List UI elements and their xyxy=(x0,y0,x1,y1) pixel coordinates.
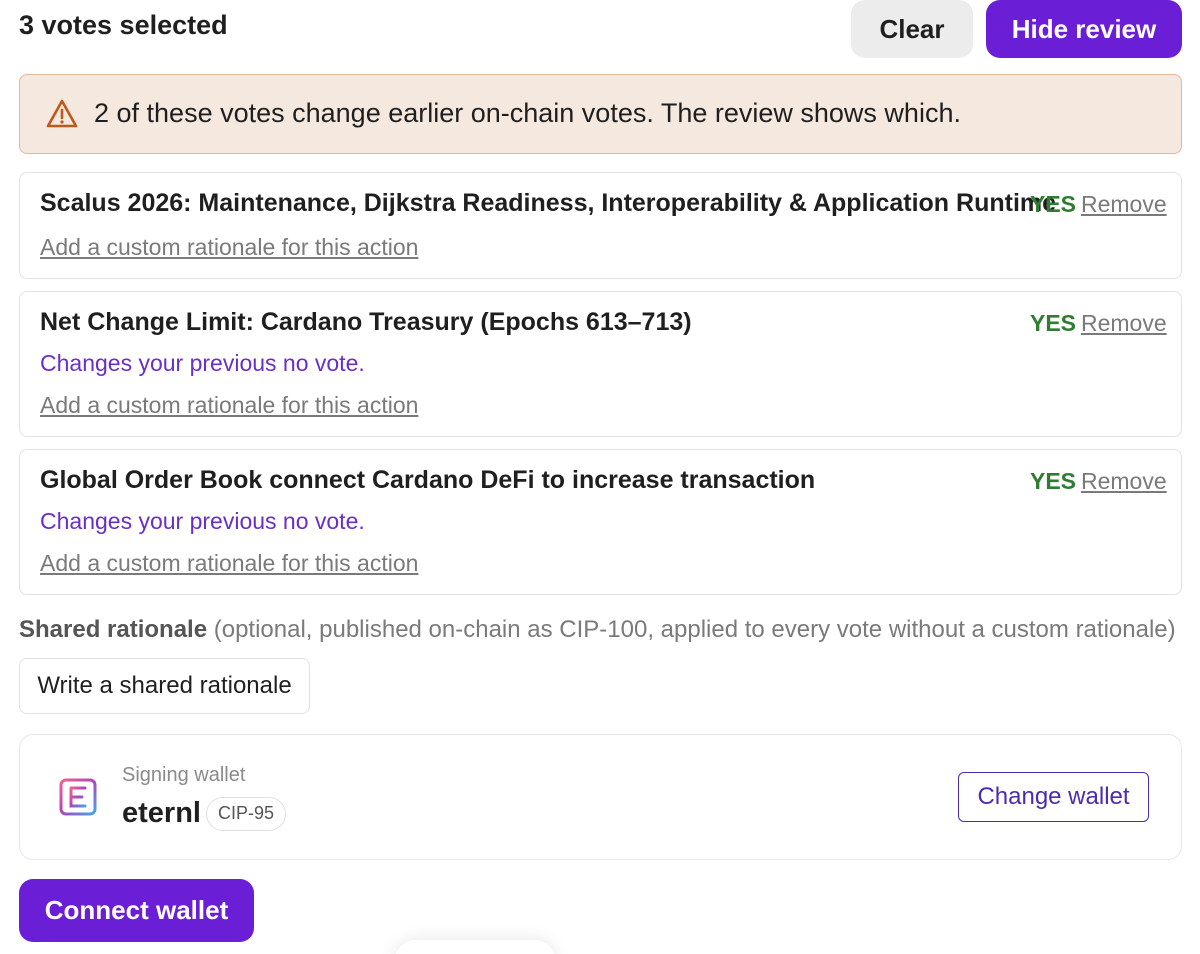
wallet-name: eternl xyxy=(122,797,201,829)
signing-wallet-label: Signing wallet xyxy=(122,764,246,786)
vote-card: Scalus 2026: Maintenance, Dijkstra Readi… xyxy=(19,172,1182,279)
add-custom-rationale-link[interactable]: Add a custom rationale for this action xyxy=(40,234,418,261)
shared-rationale-title: Shared rationale xyxy=(19,616,208,643)
warning-triangle-icon xyxy=(46,99,78,128)
shared-rationale-label: Shared rationale (optional, published on… xyxy=(19,616,1176,644)
review-header: 3 votes selected Clear Hide review xyxy=(0,0,1200,64)
remove-vote-link[interactable]: Remove xyxy=(1081,310,1167,337)
vote-choice-badge: YES xyxy=(1030,468,1077,494)
vote-title: Scalus 2026: Maintenance, Dijkstra Readi… xyxy=(40,189,1057,217)
vote-title: Global Order Book connect Cardano DeFi t… xyxy=(40,466,816,494)
warning-text: 2 of these votes change earlier on-chain… xyxy=(94,98,961,128)
cip-badge: CIP-95 xyxy=(206,797,287,831)
vote-choice-badge: YES xyxy=(1030,191,1077,217)
vote-choice-badge: YES xyxy=(1030,310,1077,336)
floating-panel xyxy=(395,940,555,954)
eternl-logo-icon xyxy=(59,778,97,816)
signing-wallet-card: Signing wallet eternl CIP-95 Change wall… xyxy=(19,734,1182,860)
change-wallet-button[interactable]: Change wallet xyxy=(958,772,1149,822)
votes-selected-count: 3 votes selected xyxy=(19,10,228,40)
remove-vote-link[interactable]: Remove xyxy=(1081,191,1167,218)
shared-rationale-hint: (optional, published on-chain as CIP-100… xyxy=(213,616,1176,643)
add-custom-rationale-link[interactable]: Add a custom rationale for this action xyxy=(40,550,418,577)
clear-button[interactable]: Clear xyxy=(851,0,973,58)
connect-wallet-button[interactable]: Connect wallet xyxy=(19,879,254,942)
hide-review-button[interactable]: Hide review xyxy=(986,0,1182,58)
vote-change-note: Changes your previous no vote. xyxy=(40,350,365,376)
vote-title: Net Change Limit: Cardano Treasury (Epoc… xyxy=(40,308,692,336)
remove-vote-link[interactable]: Remove xyxy=(1081,468,1167,495)
vote-card: Net Change Limit: Cardano Treasury (Epoc… xyxy=(19,291,1182,437)
write-shared-rationale-button[interactable]: Write a shared rationale xyxy=(19,658,310,714)
vote-card: Global Order Book connect Cardano DeFi t… xyxy=(19,449,1182,595)
vote-change-note: Changes your previous no vote. xyxy=(40,508,365,534)
vote-change-warning: 2 of these votes change earlier on-chain… xyxy=(19,74,1182,154)
add-custom-rationale-link[interactable]: Add a custom rationale for this action xyxy=(40,392,418,419)
